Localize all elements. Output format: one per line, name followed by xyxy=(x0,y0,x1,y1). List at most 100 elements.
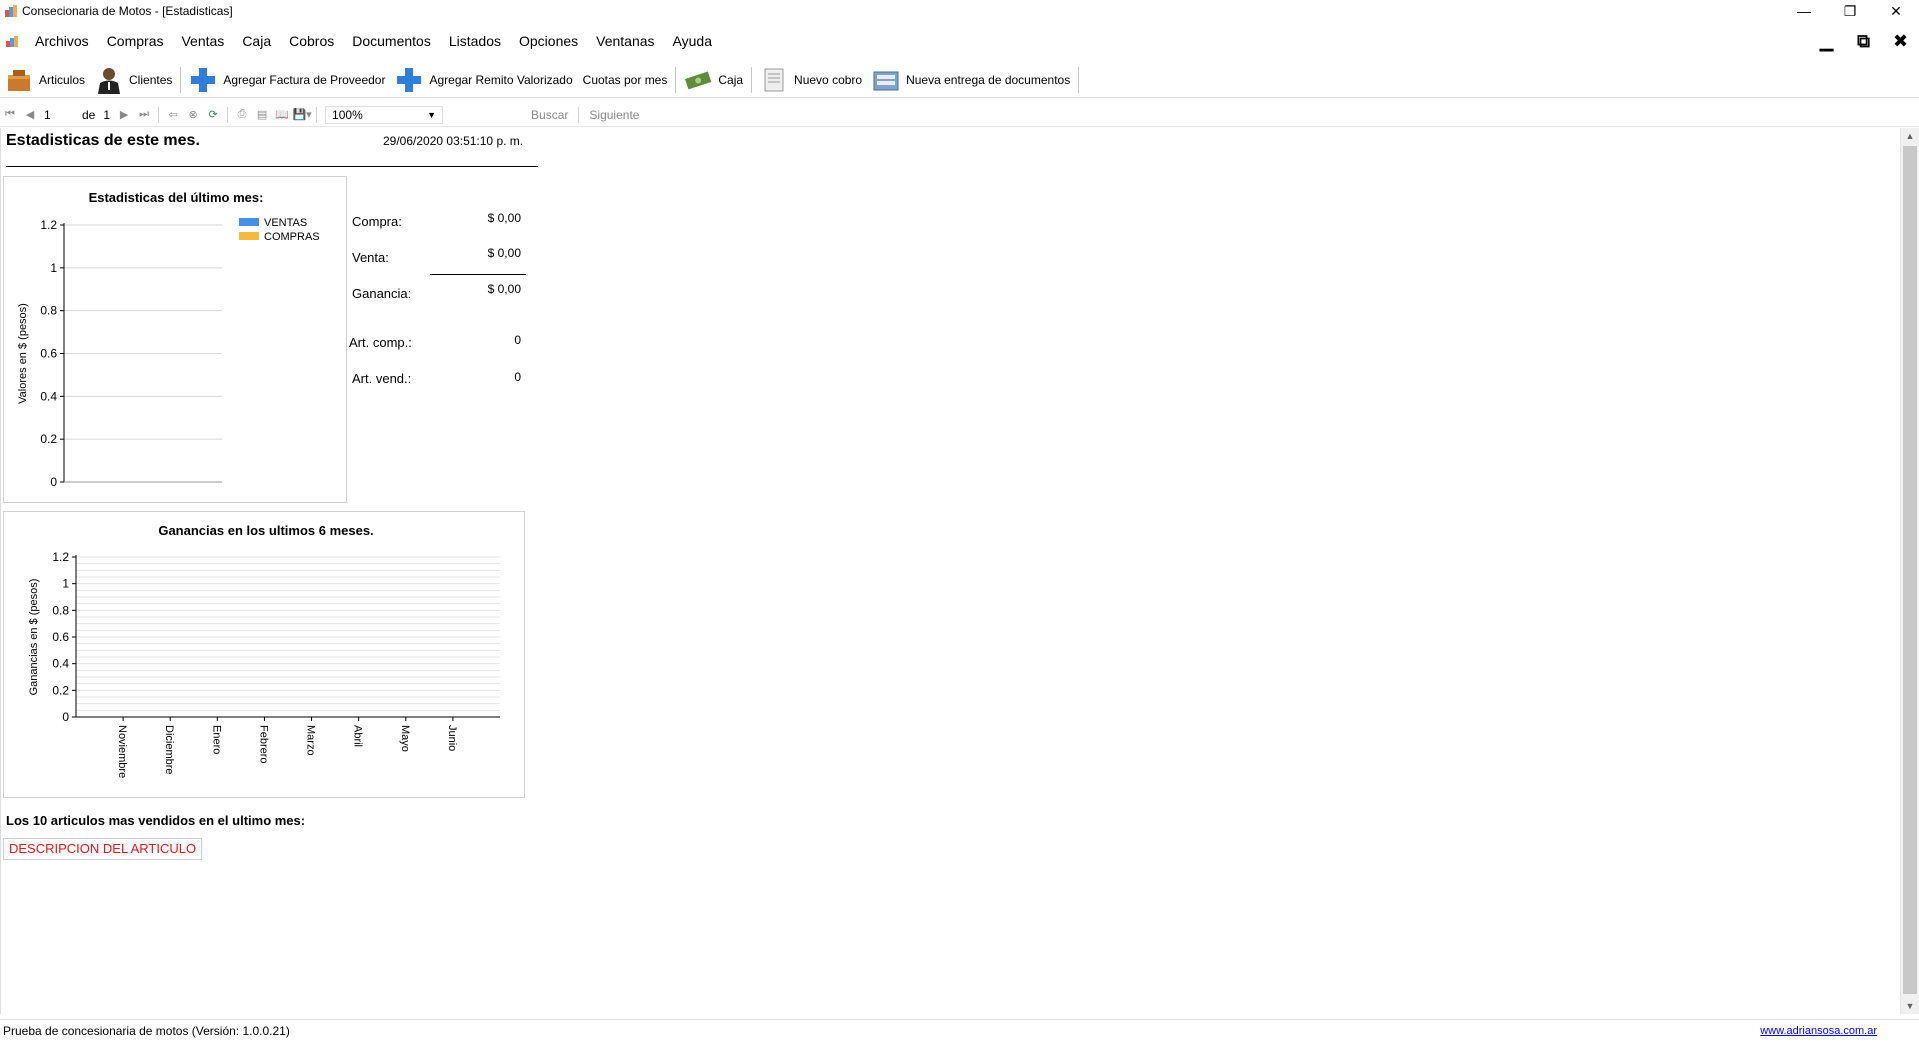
scroll-up-icon[interactable]: ▲ xyxy=(1901,128,1919,144)
y-tick-label: 0.2 xyxy=(52,683,69,697)
legend-swatch-compras xyxy=(239,232,259,240)
menu-cobros[interactable]: Cobros xyxy=(280,29,343,53)
status-bar: Prueba de concesionaria de motos (Versió… xyxy=(0,1019,1919,1041)
legend-label-compras: COMPRAS xyxy=(264,231,320,243)
close-button[interactable]: ✕ xyxy=(1873,0,1919,22)
venta-label: Venta: xyxy=(352,250,389,265)
report-scrollbar[interactable]: ▲ ▼ xyxy=(1900,128,1919,1014)
stop-icon[interactable]: ⊗ xyxy=(183,105,203,125)
menu-listados[interactable]: Listados xyxy=(440,29,510,53)
y-tick-label: 1 xyxy=(50,261,57,275)
find-input[interactable] xyxy=(449,105,526,124)
last-page-icon[interactable]: ⏭ xyxy=(134,105,154,125)
box-icon xyxy=(5,66,33,94)
minimize-button[interactable]: — xyxy=(1781,0,1827,22)
zoom-value: 100% xyxy=(332,107,363,122)
report-viewer-toolbar: ⏮ ◀ de 1 ▶ ⏭ ⇦ ⊗ ⟳ ⎙ ▤ 📖 💾▾ 100% ▼ Busca… xyxy=(0,103,1919,127)
y-tick-label: 0.2 xyxy=(40,432,57,446)
plus-icon xyxy=(395,66,423,94)
clientes-button[interactable]: Clientes xyxy=(90,63,177,97)
art-vend-label: Art. vend.: xyxy=(352,371,412,386)
main-toolbar: Articulos Clientes Agregar Factura de Pr… xyxy=(0,62,1919,98)
page-setup-icon[interactable]: 📖 xyxy=(272,105,292,125)
scroll-thumb[interactable] xyxy=(1903,146,1917,994)
chevron-down-icon: ▼ xyxy=(427,109,437,120)
zoom-select[interactable]: 100% ▼ xyxy=(325,105,444,124)
art-comp-value: 0 xyxy=(514,333,521,347)
y-tick-label: 0.4 xyxy=(40,389,57,403)
child-minimize-button[interactable]: ▁ xyxy=(1808,28,1845,54)
y-tick-label: 0.8 xyxy=(40,304,57,318)
website-link[interactable]: www.adriansosa.com.ar xyxy=(1760,1025,1877,1037)
agregar-factura-button[interactable]: Agregar Factura de Proveedor xyxy=(184,63,390,97)
legend-swatch-ventas xyxy=(239,218,259,226)
refresh-icon[interactable]: ⟳ xyxy=(203,105,223,125)
cuotas-label: Cuotas por mes xyxy=(582,72,668,87)
x-tick-label: Febrero xyxy=(257,725,269,764)
y-tick-label: 1.2 xyxy=(40,218,57,232)
y-tick-label: 0.8 xyxy=(52,603,69,617)
y-tick-label: 1 xyxy=(62,577,69,591)
menu-ayuda[interactable]: Ayuda xyxy=(664,29,721,53)
ganancia-value: $ 0,00 xyxy=(487,282,521,296)
mdi-child-icon[interactable] xyxy=(4,33,20,49)
menu-compras[interactable]: Compras xyxy=(98,29,173,53)
compra-label: Compra: xyxy=(352,214,402,229)
x-tick-label: Enero xyxy=(210,725,222,754)
chart-six-months: Ganancias en los ultimos 6 meses. 0 0.2 0.4… xyxy=(3,511,525,798)
child-restore-button[interactable]: ⧉ xyxy=(1845,28,1882,54)
cuotas-button[interactable]: Cuotas por mes xyxy=(578,63,673,97)
chart-last-month-svg: Estadisticas del último mes: 0 0.2 0.4 0.6 0.… xyxy=(17,190,320,489)
print-icon[interactable]: ⎙ xyxy=(232,105,252,125)
print-layout-icon[interactable]: ▤ xyxy=(252,105,272,125)
receipt-icon xyxy=(760,66,788,94)
nuevo-cobro-button[interactable]: Nuevo cobro xyxy=(755,63,867,97)
toolbar-separator xyxy=(1078,66,1080,93)
menu-ventanas[interactable]: Ventanas xyxy=(587,29,663,53)
menu-opciones[interactable]: Opciones xyxy=(510,29,587,53)
y-tick-label: 0.6 xyxy=(40,347,57,361)
y-tick-label: 1.2 xyxy=(52,550,69,564)
previous-page-icon[interactable]: ◀ xyxy=(20,105,40,125)
chart-title: Estadisticas del último mes: xyxy=(89,190,264,205)
report-title: Estadisticas de este mes. xyxy=(6,132,200,149)
clientes-label: Clientes xyxy=(129,72,173,87)
chart-title: Ganancias en los ultimos 6 meses. xyxy=(158,523,373,538)
toolbar-separator xyxy=(751,66,753,93)
title-divider xyxy=(6,166,538,167)
first-page-icon[interactable]: ⏮ xyxy=(0,105,20,125)
next-page-icon[interactable]: ▶ xyxy=(114,105,134,125)
articulos-button[interactable]: Articulos xyxy=(0,63,90,97)
nueva-entrega-button[interactable]: Nueva entrega de documentos xyxy=(867,63,1075,97)
total-divider xyxy=(430,274,526,275)
menu-archivos[interactable]: Archivos xyxy=(26,29,98,53)
top10-title: Los 10 articulos mas vendidos en el ulti… xyxy=(6,813,306,828)
toolbar-separator xyxy=(675,66,677,93)
back-icon[interactable]: ⇦ xyxy=(163,105,183,125)
window-title: Consecionaria de Motos - [Estadisticas] xyxy=(22,4,233,18)
caja-button[interactable]: Caja xyxy=(679,63,748,97)
menu-documentos[interactable]: Documentos xyxy=(343,29,440,53)
agregar-remito-button[interactable]: Agregar Remito Valorizado xyxy=(390,63,577,97)
y-axis-label: Valores en $ (pesos) xyxy=(17,303,29,404)
menu-ventas[interactable]: Ventas xyxy=(172,29,233,53)
export-icon[interactable]: 💾▾ xyxy=(292,105,312,125)
menu-caja[interactable]: Caja xyxy=(233,29,280,53)
report-canvas: Estadisticas de este mes. 29/06/2020 03:… xyxy=(0,128,1900,1014)
viewer-separator xyxy=(227,106,229,123)
viewer-separator xyxy=(316,106,318,123)
find-button[interactable]: Buscar xyxy=(525,108,574,122)
status-version: Prueba de concesionaria de motos (Versió… xyxy=(3,1024,290,1038)
person-icon xyxy=(95,66,123,94)
x-tick-label: Diciembre xyxy=(163,725,175,775)
x-tick-label: Noviembre xyxy=(116,725,128,778)
restore-button[interactable]: ❐ xyxy=(1827,0,1873,22)
current-page-input[interactable] xyxy=(40,105,78,124)
agregar-remito-label: Agregar Remito Valorizado xyxy=(429,72,573,87)
top10-column-header: DESCRIPCION DEL ARTICULO xyxy=(3,838,203,860)
scroll-down-icon[interactable]: ▼ xyxy=(1901,998,1919,1014)
title-bar: Consecionaria de Motos - [Estadisticas] … xyxy=(0,0,1919,22)
child-close-button[interactable]: ✖ xyxy=(1882,28,1919,54)
x-tick-label: Abril xyxy=(352,725,364,747)
find-next-button[interactable]: Siguiente xyxy=(583,108,645,122)
